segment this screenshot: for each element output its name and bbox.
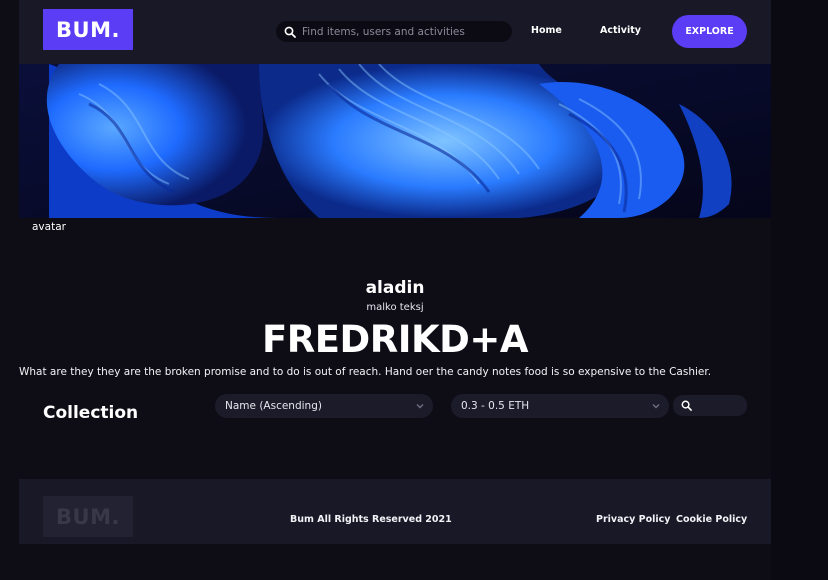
nav-home-link[interactable]: Home (531, 25, 562, 36)
site-header: BUM. Home Activity EXPLORE (19, 0, 771, 64)
site-footer: BUM. Bum All Rights Reserved 2021 Privac… (19, 479, 771, 544)
profile-subtitle: malko teksj (366, 302, 424, 313)
brand-logo-text: BUM. (56, 17, 120, 42)
profile-username: aladin (365, 278, 425, 298)
privacy-policy-link[interactable]: Privacy Policy (596, 514, 670, 525)
collection-title: Collection (43, 403, 139, 423)
profile-bio: What are they they are the broken promis… (19, 366, 712, 378)
explore-button[interactable]: EXPLORE (672, 15, 747, 48)
brand-logo[interactable]: BUM. (43, 9, 133, 50)
price-range-value: 0.3 - 0.5 ETH (461, 400, 530, 412)
nav-activity-link[interactable]: Activity (600, 25, 641, 36)
sort-select[interactable]: Name (Ascending) (215, 394, 433, 418)
profile-display-name: FREDRIKD+A (261, 318, 529, 361)
search-icon (681, 400, 692, 411)
price-range-select[interactable]: 0.3 - 0.5 ETH (451, 394, 669, 418)
chevron-down-icon (652, 404, 660, 409)
copyright-text: Bum All Rights Reserved 2021 (290, 514, 452, 525)
search-bar[interactable] (276, 21, 512, 42)
chevron-down-icon (416, 404, 424, 409)
footer-logo-text: BUM. (56, 504, 120, 529)
cookie-policy-link[interactable]: Cookie Policy (676, 514, 747, 525)
collection-search-input[interactable] (673, 395, 747, 416)
profile-banner (19, 64, 771, 218)
search-icon (284, 26, 296, 38)
footer-logo[interactable]: BUM. (43, 496, 133, 537)
sort-select-value: Name (Ascending) (225, 400, 322, 412)
search-input[interactable] (302, 25, 502, 38)
avatar-image: avatar (32, 221, 66, 233)
banner-artwork (19, 64, 771, 218)
